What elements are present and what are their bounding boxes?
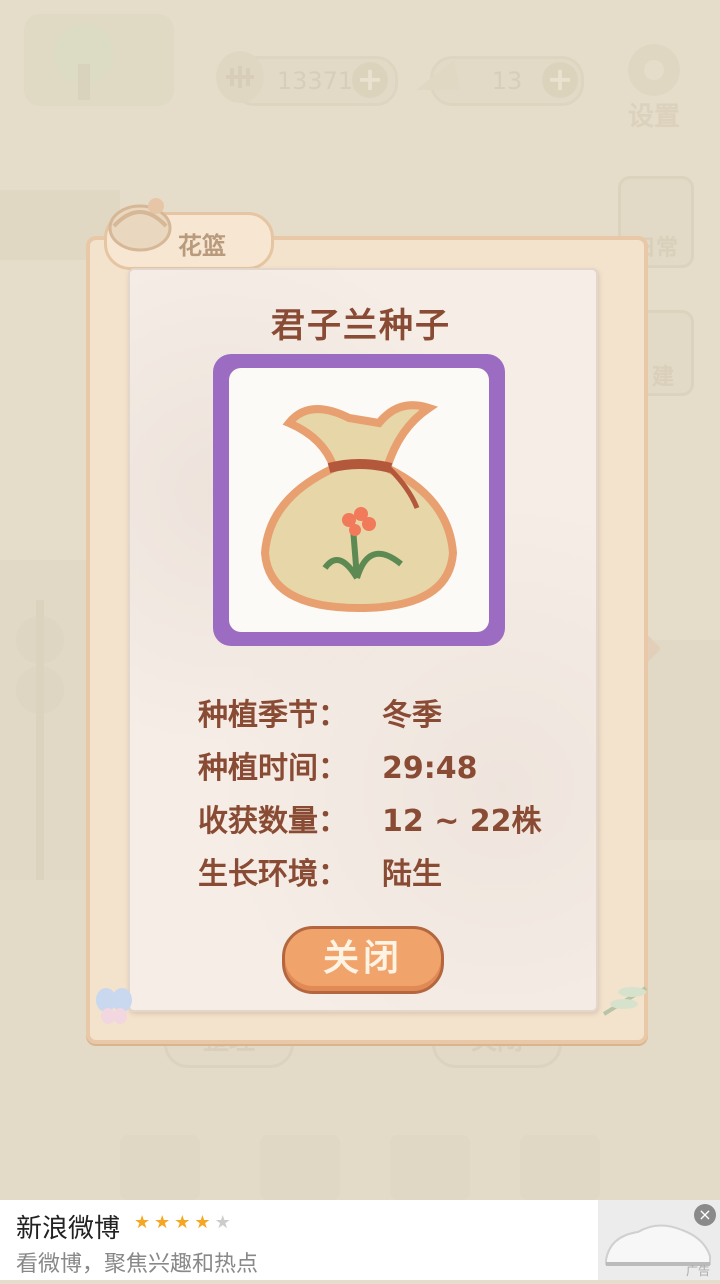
info-label: 生长环境：	[198, 857, 348, 892]
info-label: 种植季节：	[198, 698, 348, 733]
info-label: 收获数量：	[198, 804, 348, 839]
star-icon: ★	[154, 1212, 175, 1233]
star-icon: ★	[174, 1212, 195, 1233]
basket-tab-label: 花篮	[178, 232, 226, 260]
butterfly-icon	[92, 984, 136, 1028]
info-value: 冬季	[382, 698, 442, 733]
item-image	[229, 368, 489, 632]
info-value: 陆生	[382, 857, 442, 892]
ad-title[interactable]: 新浪微博	[16, 1208, 120, 1245]
info-row-harvest: 收获数量： 12 ~ 22株	[198, 796, 542, 840]
info-row-time: 种植时间： 29:48	[198, 743, 478, 787]
ad-close-button[interactable]: ×	[694, 1204, 716, 1226]
info-row-season: 种植季节： 冬季	[198, 690, 442, 734]
item-title: 君子兰种子	[271, 306, 451, 346]
ad-tag: 广告	[686, 1264, 711, 1278]
star-icon: ★	[194, 1212, 215, 1233]
info-label: 种植时间：	[198, 751, 348, 786]
ad-subtitle: 看微博，聚焦兴趣和热点	[16, 1252, 259, 1277]
ad-rating: ★★★★★	[134, 1212, 235, 1233]
basket-icon	[104, 188, 174, 258]
close-button[interactable]: 关闭	[282, 926, 444, 994]
seed-bag-icon	[260, 401, 458, 613]
star-icon: ★	[214, 1212, 235, 1233]
info-value: 12 ~ 22株	[382, 804, 542, 839]
info-row-environment: 生长环境： 陆生	[198, 849, 442, 893]
dragonfly-icon	[598, 980, 654, 1020]
info-value: 29:48	[382, 751, 478, 786]
star-icon: ★	[134, 1212, 155, 1233]
